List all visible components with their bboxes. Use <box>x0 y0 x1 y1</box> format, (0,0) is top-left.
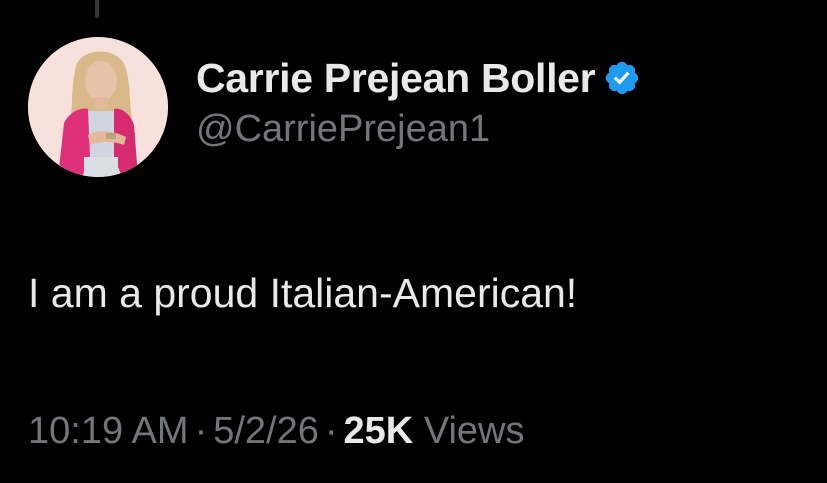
name-row: Carrie Prejean Boller <box>196 50 641 106</box>
tweet-time[interactable]: 10:19 AM <box>28 410 189 452</box>
avatar[interactable] <box>28 37 168 177</box>
tweet-meta: 10:19 AM · 5/2/26 · 25K Views <box>28 410 525 453</box>
views-count[interactable]: 25K <box>344 410 414 452</box>
tweet-text: I am a proud Italian-American! <box>28 270 578 316</box>
author-handle[interactable]: @CarriePrejean1 <box>196 108 641 151</box>
views-label: Views <box>423 410 525 452</box>
meta-separator: · <box>194 410 208 452</box>
author-display-name[interactable]: Carrie Prejean Boller <box>196 55 596 102</box>
verified-badge-icon[interactable] <box>603 59 641 97</box>
avatar-image <box>28 37 168 177</box>
thread-connector-line <box>95 0 99 18</box>
tweet-date[interactable]: 5/2/26 <box>213 410 319 452</box>
meta-separator: · <box>324 410 338 452</box>
author-block: Carrie Prejean Boller @CarriePrejean1 <box>196 50 641 160</box>
